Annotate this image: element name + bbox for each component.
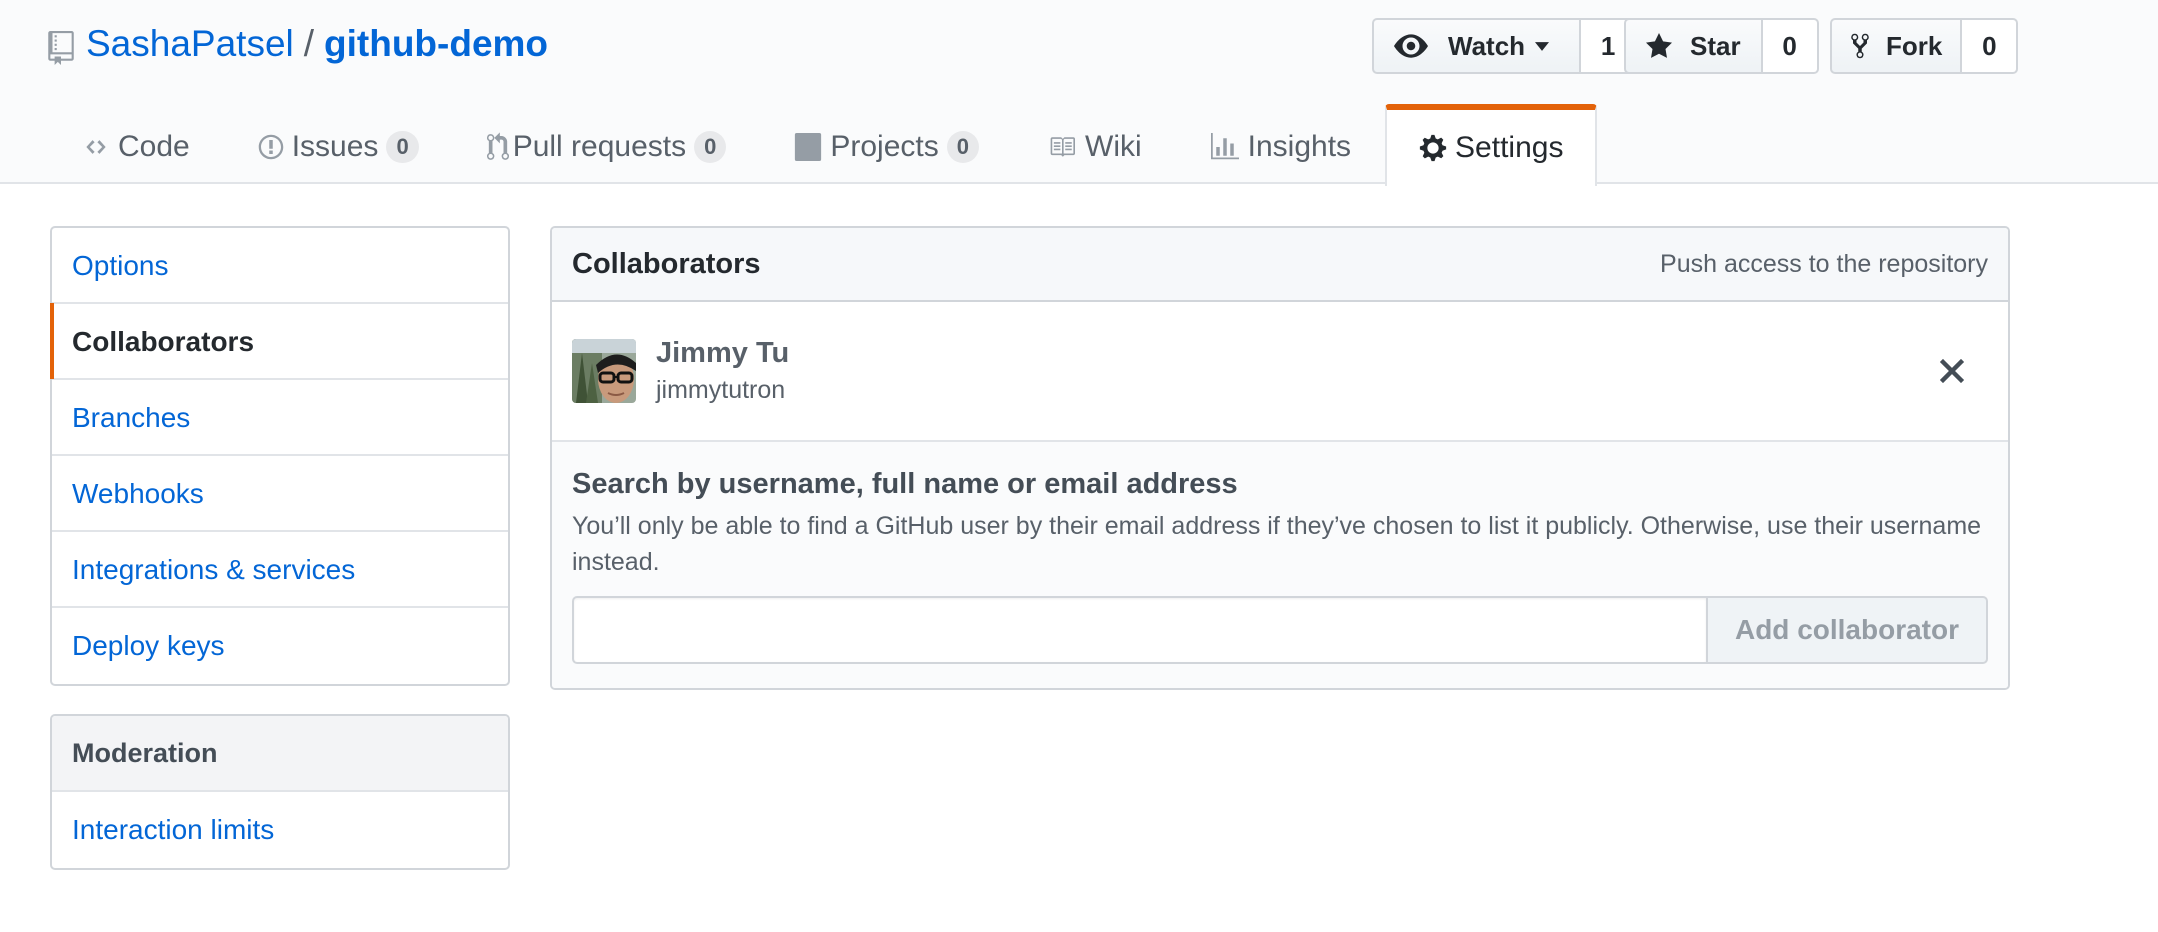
tab-wiki[interactable]: Wiki xyxy=(1013,104,1176,184)
tab-insights[interactable]: Insights xyxy=(1176,104,1385,184)
add-collaborator-title: Search by username, full name or email a… xyxy=(572,468,1238,500)
collaborator-search-input[interactable] xyxy=(572,596,1706,664)
fork-count[interactable]: 0 xyxy=(1962,18,2019,74)
collaborator-name[interactable]: Jimmy Tu xyxy=(656,334,789,372)
book-icon xyxy=(1047,134,1077,160)
repo-owner-link[interactable]: SashaPatsel xyxy=(86,18,294,70)
moderation-menu: Moderation Interaction limits xyxy=(50,714,510,870)
star-icon xyxy=(1646,33,1682,59)
add-collaborator-note: You’ll only be able to find a GitHub use… xyxy=(572,512,1982,576)
add-collaborator-section: Search by username, full name or email a… xyxy=(552,442,2008,688)
issue-opened-icon xyxy=(258,133,284,161)
tab-settings-label: Settings xyxy=(1455,131,1564,164)
sidebar-item-webhooks[interactable]: Webhooks xyxy=(52,456,508,532)
collaborators-header: Collaborators Push access to the reposit… xyxy=(552,228,2008,302)
sidebar-item-branches[interactable]: Branches xyxy=(52,380,508,456)
caret-down-icon xyxy=(1535,41,1559,51)
repo-separator: / xyxy=(303,23,315,64)
tab-issues[interactable]: Issues 0 xyxy=(224,104,453,184)
repo-header: SashaPatsel / github-demo Watch 1 Star 0 xyxy=(0,0,2158,186)
collaborators-title: Collaborators xyxy=(572,247,761,280)
project-icon xyxy=(794,133,822,161)
fork-icon xyxy=(1850,32,1880,60)
add-collaborator-button[interactable]: Add collaborator xyxy=(1706,596,1988,664)
git-pull-request-icon xyxy=(486,132,509,162)
eye-icon xyxy=(1394,34,1438,58)
sidebar-item-deploy-keys[interactable]: Deploy keys xyxy=(52,608,508,684)
settings-menu: Options Collaborators Branches Webhooks … xyxy=(50,226,510,686)
tab-pull-requests[interactable]: Pull requests 0 xyxy=(453,104,761,184)
collaborators-box: Collaborators Push access to the reposit… xyxy=(550,226,2010,690)
avatar[interactable] xyxy=(572,339,636,403)
repo-nav: Code Issues 0 Pull requests 0 Projects 0 xyxy=(48,104,1598,186)
gear-icon xyxy=(1419,133,1447,163)
collaborator-row: Jimmy Tu jimmytutron xyxy=(552,302,2008,442)
sidebar-item-integrations[interactable]: Integrations & services xyxy=(52,532,508,608)
star-label: Star xyxy=(1690,30,1741,61)
tab-wiki-label: Wiki xyxy=(1085,130,1142,163)
tab-projects[interactable]: Projects 0 xyxy=(760,104,1013,184)
moderation-heading: Moderation xyxy=(52,716,508,792)
issues-counter: 0 xyxy=(386,131,419,163)
collaborators-note: Push access to the repository xyxy=(1660,249,1988,278)
fork-label: Fork xyxy=(1886,30,1943,61)
star-count[interactable]: 0 xyxy=(1762,18,1819,74)
repo-title: SashaPatsel / github-demo xyxy=(48,18,548,70)
tab-issues-label: Issues xyxy=(291,130,379,163)
sidebar-item-options[interactable]: Options xyxy=(52,228,508,304)
add-collaborator-form: Add collaborator xyxy=(572,596,1988,664)
repo-icon xyxy=(48,27,74,65)
collaborator-info: Jimmy Tu jimmytutron xyxy=(656,334,789,408)
tab-settings[interactable]: Settings xyxy=(1385,104,1598,186)
tab-code-label: Code xyxy=(118,130,190,163)
code-icon xyxy=(82,136,110,158)
fork-button[interactable]: Fork xyxy=(1830,18,1963,74)
star-button[interactable]: Star xyxy=(1624,18,1763,74)
fork-group: Fork 0 xyxy=(1830,18,2019,74)
pull-requests-counter: 0 xyxy=(694,131,727,163)
watch-group: Watch 1 xyxy=(1372,18,1638,74)
repo-name-link[interactable]: github-demo xyxy=(324,18,548,70)
watch-label: Watch xyxy=(1448,30,1526,61)
tab-insights-label: Insights xyxy=(1247,130,1352,163)
close-icon xyxy=(1940,359,1964,383)
watch-button[interactable]: Watch xyxy=(1372,18,1582,74)
sidebar-item-interaction-limits[interactable]: Interaction limits xyxy=(52,792,508,868)
tab-projects-label: Projects xyxy=(830,130,939,163)
sidebar-item-collaborators[interactable]: Collaborators xyxy=(50,303,508,380)
graph-icon xyxy=(1210,133,1240,161)
remove-collaborator-button[interactable] xyxy=(1936,355,1968,387)
tab-code[interactable]: Code xyxy=(48,104,224,184)
tab-pull-requests-label: Pull requests xyxy=(512,130,687,163)
star-group: Star 0 xyxy=(1624,18,1819,74)
collaborator-login[interactable]: jimmytutron xyxy=(656,372,789,408)
projects-counter: 0 xyxy=(946,131,979,163)
